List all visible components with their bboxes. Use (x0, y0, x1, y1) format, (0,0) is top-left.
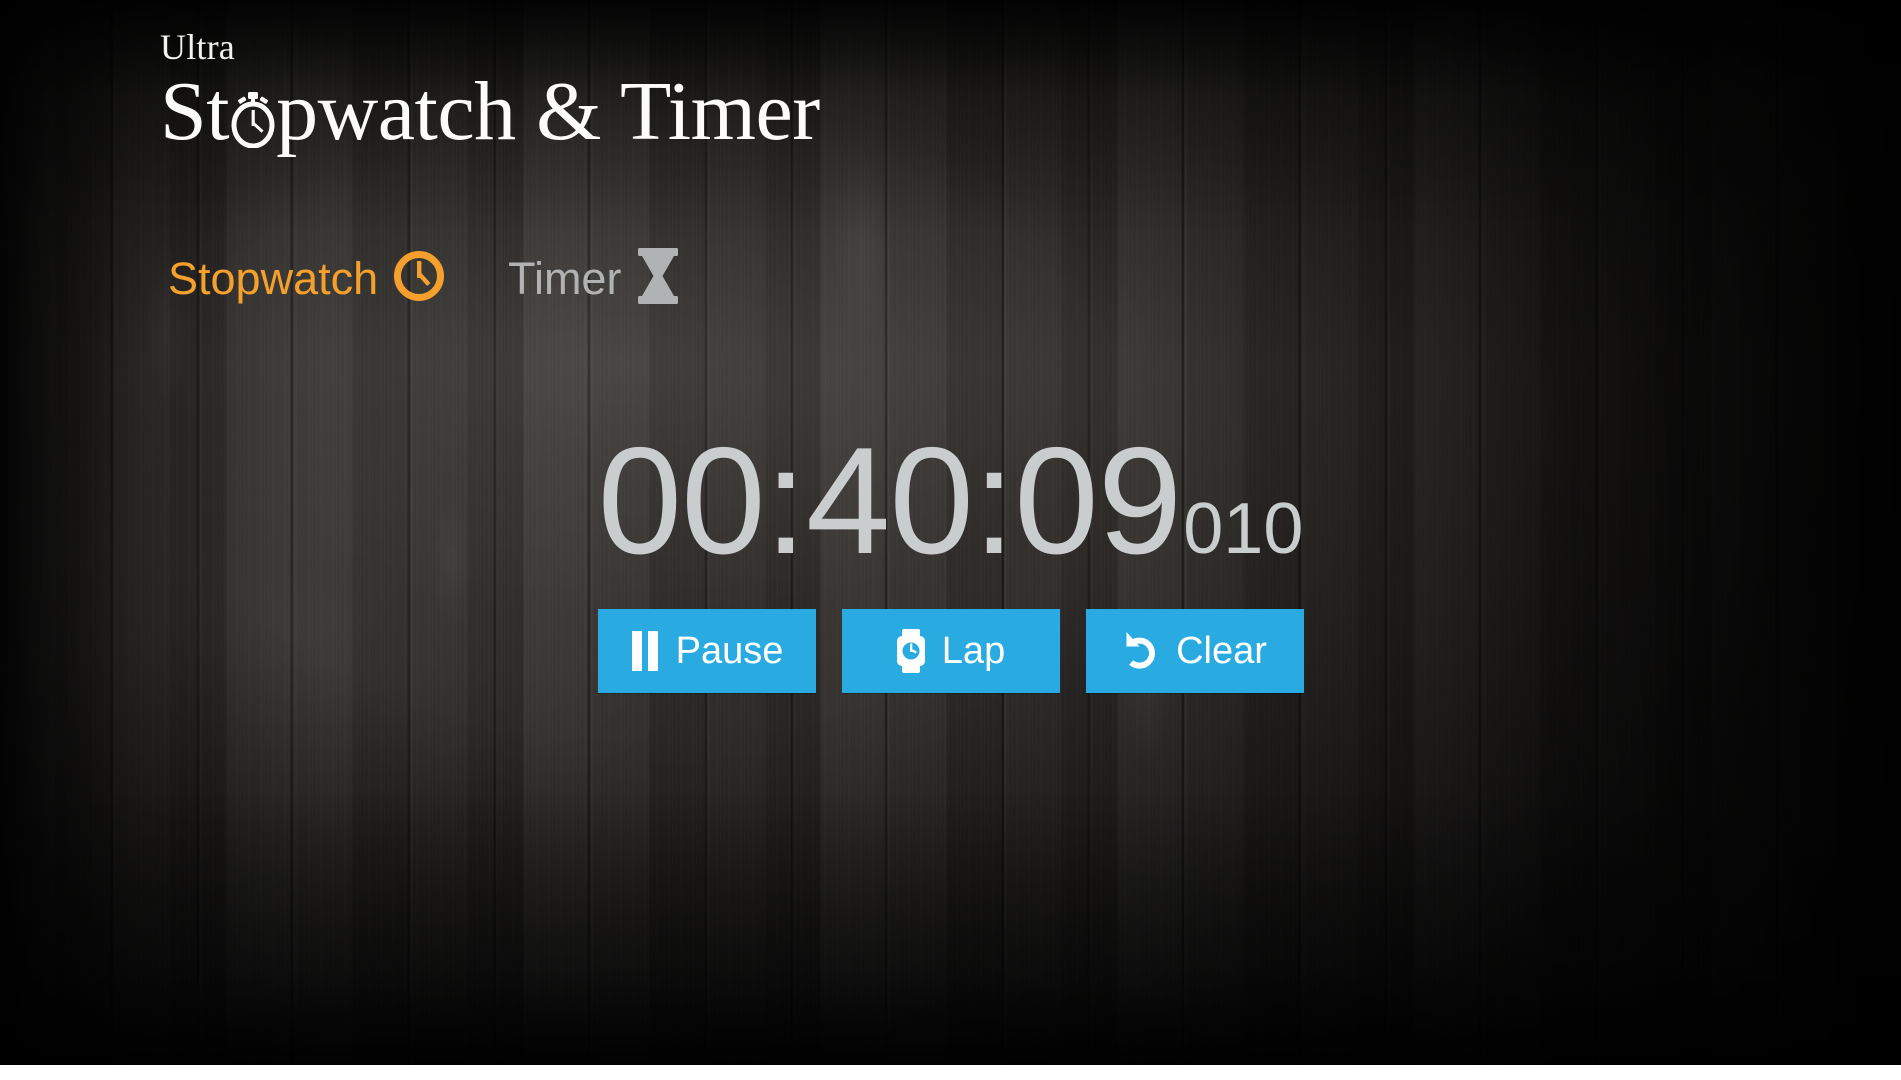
mode-tabs: Stopwatch Timer (168, 248, 681, 309)
tab-stopwatch[interactable]: Stopwatch (168, 249, 446, 308)
clock-icon (392, 249, 446, 308)
brand-subtitle: Ultra (160, 27, 235, 67)
clear-button[interactable]: Clear (1085, 609, 1304, 693)
page-title-part-one: St (160, 65, 230, 158)
tab-stopwatch-label: Stopwatch (168, 252, 379, 304)
hourglass-icon (635, 248, 681, 309)
timer-main-value: 00:40:09 (597, 416, 1183, 586)
clear-button-label: Clear (1176, 630, 1267, 672)
control-buttons: Pause Lap Clear (0, 609, 1901, 693)
page-title: St pwatch & Timer (160, 66, 820, 158)
watch-icon (896, 629, 926, 673)
stopwatch-app: Ultra St pwatch & Timer Stopwatch Timer … (0, 0, 1901, 1065)
pause-icon (630, 631, 660, 671)
pause-button[interactable]: Pause (597, 609, 816, 693)
tab-timer[interactable]: Timer (508, 248, 681, 309)
undo-icon (1122, 630, 1160, 672)
tab-timer-label: Timer (508, 252, 622, 304)
timer-milliseconds-value: 010 (1183, 489, 1304, 569)
pause-button-label: Pause (675, 630, 784, 672)
bottom-white-strip (0, 1065, 1901, 1080)
lap-button[interactable]: Lap (841, 609, 1060, 693)
app-header: Ultra St pwatch & Timer (160, 28, 820, 158)
page-title-part-two: pwatch & Timer (276, 65, 820, 158)
timer-display: 00:40:09010 (0, 425, 1901, 577)
lap-button-label: Lap (941, 630, 1006, 672)
stopwatch-icon (229, 92, 276, 148)
